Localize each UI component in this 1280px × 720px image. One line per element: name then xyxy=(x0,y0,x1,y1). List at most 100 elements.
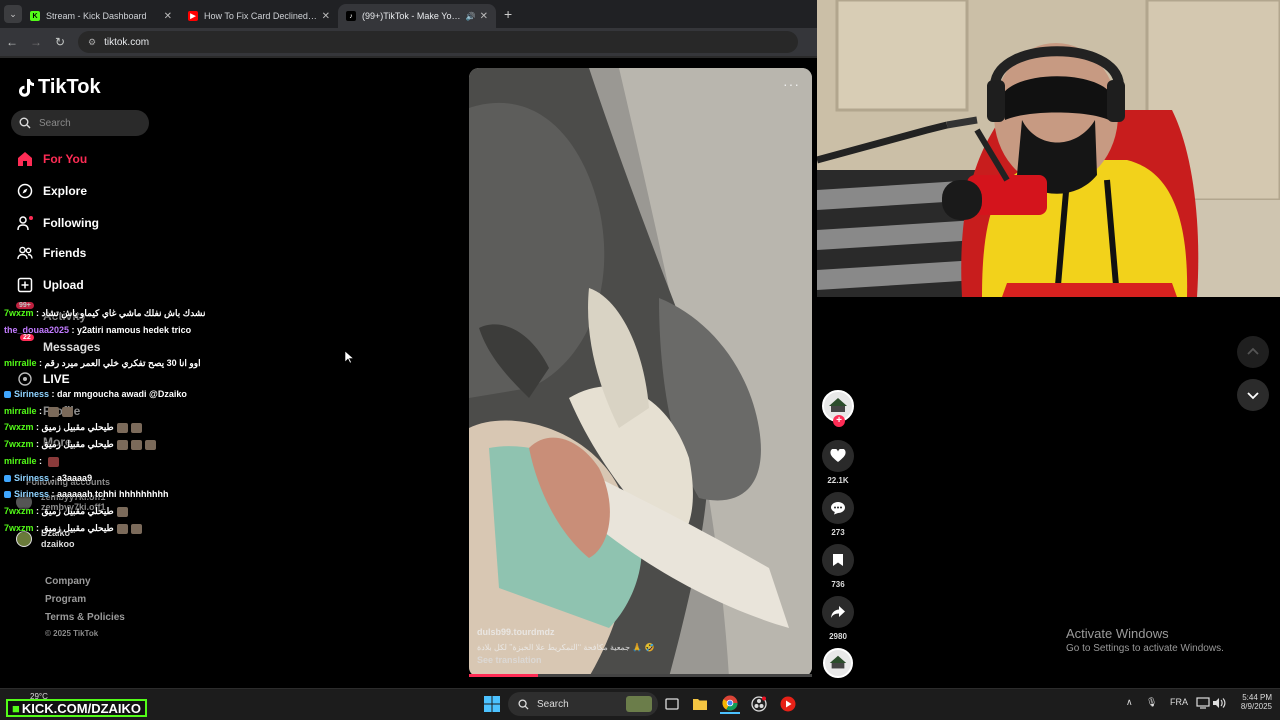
url-text: tiktok.com xyxy=(104,36,150,48)
windows-logo-icon xyxy=(484,696,500,712)
comment-button[interactable]: 273 xyxy=(822,492,854,537)
sidebar-item-upload[interactable]: Upload xyxy=(16,276,84,294)
sidebar-item-messages[interactable]: 22 Messages xyxy=(16,334,100,356)
following-icon xyxy=(16,214,34,232)
browser-tab-tiktok[interactable]: ♪ (99+)TikTok - Make Your Da 🔊 ✕ xyxy=(338,4,496,28)
file-explorer-icon[interactable] xyxy=(690,694,710,714)
chat-message: the_douaa2025 : y2atiri namous hedek tri… xyxy=(4,325,192,335)
save-button[interactable]: 736 xyxy=(822,544,854,589)
activate-windows-title: Activate Windows xyxy=(1066,626,1169,641)
volume-icon[interactable] xyxy=(1212,697,1226,711)
messages-icon: 22 xyxy=(16,334,34,356)
microphone-icon[interactable]: 🎙 xyxy=(1146,697,1157,708)
close-tab-icon[interactable]: ✕ xyxy=(480,11,488,22)
footer-link-terms[interactable]: Terms & Policies xyxy=(45,612,125,630)
reload-button[interactable]: ↻ xyxy=(48,35,72,49)
close-tab-icon[interactable]: ✕ xyxy=(322,11,330,22)
search-input[interactable]: Search xyxy=(11,110,149,136)
tray-overflow-icon[interactable]: ∧ xyxy=(1126,697,1133,708)
like-button[interactable]: 22.1K xyxy=(822,440,854,485)
sidebar-item-explore[interactable]: Explore xyxy=(16,182,87,200)
chat-message: 7wxzm : طيحلي مقبيل زميق xyxy=(4,422,142,433)
new-tab-button[interactable]: + xyxy=(504,6,512,22)
like-count: 22.1K xyxy=(827,476,849,485)
video-author-handle[interactable]: dulsb99.tourdmdz xyxy=(477,627,555,637)
chevron-up-icon xyxy=(1247,347,1259,355)
clock-date: 8/9/2025 xyxy=(1240,702,1272,711)
friends-icon xyxy=(16,244,34,262)
chevron-down-icon xyxy=(1247,392,1259,400)
video-progress-bar[interactable] xyxy=(469,674,812,677)
copyright-text: © 2025 TikTok xyxy=(45,629,99,638)
back-button[interactable]: ← xyxy=(0,35,24,49)
emote-icon xyxy=(116,422,128,433)
live-icon xyxy=(16,370,34,388)
home-icon xyxy=(16,150,34,168)
taskbar-search-input[interactable]: Search xyxy=(508,692,658,716)
share-count: 2980 xyxy=(829,632,847,641)
sidebar-item-label: Upload xyxy=(43,278,84,292)
url-input[interactable]: ⚙ tiktok.com xyxy=(78,31,798,53)
footer-link-program[interactable]: Program xyxy=(45,594,125,612)
video-more-options-button[interactable]: ··· xyxy=(783,76,800,92)
taskbar-search-placeholder: Search xyxy=(537,698,569,710)
sidebar-item-live[interactable]: LIVE xyxy=(16,370,70,388)
upload-icon xyxy=(16,276,34,294)
sidebar-item-label: LIVE xyxy=(43,372,70,386)
sidebar-item-for-you[interactable]: For You xyxy=(16,150,87,168)
compass-icon xyxy=(16,182,34,200)
chrome-icon[interactable] xyxy=(720,694,740,714)
emote-icon xyxy=(61,406,73,417)
language-indicator[interactable]: FRA xyxy=(1170,697,1188,707)
previous-video-button[interactable] xyxy=(1237,336,1269,368)
emote-icon xyxy=(130,439,142,450)
video-player[interactable]: ··· xyxy=(469,68,812,677)
site-info-icon[interactable]: ⚙ xyxy=(88,37,96,48)
tiktok-note-icon xyxy=(19,78,34,97)
comment-icon xyxy=(822,492,854,524)
heart-icon xyxy=(822,440,854,472)
sound-disc-icon xyxy=(823,648,853,678)
sound-disc-button[interactable] xyxy=(822,648,854,678)
speaker-icon[interactable]: 🔊 xyxy=(466,12,476,21)
chat-message: mirralle : xyxy=(4,406,73,417)
share-icon xyxy=(822,596,854,628)
sidebar-item-following[interactable]: Following xyxy=(16,214,99,232)
emote-icon xyxy=(116,439,128,450)
emote-icon xyxy=(130,523,142,534)
kick-favicon-icon: K xyxy=(30,11,40,21)
obs-icon[interactable] xyxy=(749,694,769,714)
forward-button[interactable]: → xyxy=(24,35,48,49)
tab-search-button[interactable]: ⌄ xyxy=(4,5,22,23)
youtube-music-icon[interactable] xyxy=(778,694,798,714)
emote-icon xyxy=(144,439,156,450)
close-tab-icon[interactable]: ✕ xyxy=(164,11,172,22)
tiktok-logo[interactable]: TikTok xyxy=(16,76,101,99)
activate-windows-watermark: Activate Windows Go to Settings to activ… xyxy=(1066,626,1224,654)
kick-logo-icon: ■ xyxy=(12,700,20,716)
tab-label: How To Fix Card Declined On E xyxy=(204,11,318,21)
search-highlight-icon xyxy=(626,696,652,712)
screen: ⌄ K Stream - Kick Dashboard ✕ ▶ How To F… xyxy=(0,0,1280,720)
follow-plus-button[interactable]: + xyxy=(833,415,845,427)
network-icon[interactable] xyxy=(1196,697,1210,711)
brand-name: TikTok xyxy=(38,76,101,98)
account-name: dzaikoo xyxy=(41,539,75,549)
emote-icon xyxy=(116,523,128,534)
sidebar-item-label: For You xyxy=(43,152,88,166)
task-view-icon[interactable] xyxy=(662,694,682,714)
start-button[interactable] xyxy=(482,694,502,714)
chat-message: mirralle : xyxy=(4,456,59,467)
sidebar-item-friends[interactable]: Friends xyxy=(16,244,86,262)
video-progress-fill xyxy=(469,674,538,677)
footer-link-company[interactable]: Company xyxy=(45,576,125,594)
browser-tab-youtube[interactable]: ▶ How To Fix Card Declined On E ✕ xyxy=(180,4,338,28)
taskbar-clock[interactable]: 5:44 PM 8/9/2025 xyxy=(1232,693,1272,711)
see-translation-link[interactable]: See translation xyxy=(477,655,542,665)
clock-time: 5:44 PM xyxy=(1242,693,1272,702)
next-video-button[interactable] xyxy=(1237,379,1269,411)
video-caption: جمعية مكافحة ‘‘التمكريط علا الخبزة’’ لكل… xyxy=(477,643,655,652)
creator-avatar-button[interactable]: + xyxy=(822,390,854,427)
share-button[interactable]: 2980 xyxy=(822,596,854,641)
browser-tab-kick[interactable]: K Stream - Kick Dashboard ✕ xyxy=(22,4,180,28)
